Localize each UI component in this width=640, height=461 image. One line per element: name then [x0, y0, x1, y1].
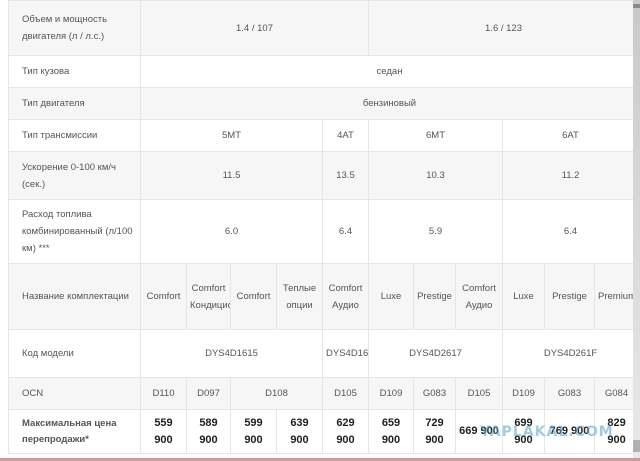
cell-trim: Comfort Аудио: [455, 263, 503, 330]
scrollbar-thumb[interactable]: [633, 4, 640, 8]
cell-ocn: D105: [322, 377, 369, 410]
row-label: Максимальная цена перепродажи*: [8, 409, 141, 454]
scrollbar[interactable]: [633, 0, 640, 461]
cell-price: 659 900: [368, 409, 414, 454]
cell-price: 629 900: [322, 409, 369, 454]
cell-ocn: D105: [455, 377, 503, 410]
cell-trim: Luxe: [368, 263, 414, 330]
cell-price: 559 900: [140, 409, 187, 454]
row-label: Объем и мощность двигателя (л / л.с.): [8, 0, 141, 56]
row-label: Тип двигателя: [8, 87, 141, 120]
cell-price: 729 900: [413, 409, 456, 454]
cell-fuel: 5.9: [368, 199, 503, 264]
row-trims: Название комплектации Comfort Comfort Ко…: [8, 263, 640, 330]
row-engine: Объем и мощность двигателя (л / л.с.) 1.…: [8, 0, 640, 56]
cell-ocn: D097: [186, 377, 231, 410]
row-ocn: OCN D110 D097 D108 D105 D109 G083 D105 D…: [8, 377, 640, 410]
row-fuel: Расход топлива комбинированный (л/100 км…: [8, 199, 640, 264]
cell-transmission: 6AT: [501, 119, 640, 152]
cell-trim: Prestige: [544, 263, 595, 330]
cell-transmission: 4AT: [322, 119, 369, 152]
cell-ocn: D109: [502, 377, 545, 410]
cell-ocn: G083: [544, 377, 595, 410]
cell-engine-1: 1.4 / 107: [140, 0, 369, 56]
cell-ocn: G084: [593, 377, 640, 410]
cell-trim: Comfort Аудио: [322, 263, 369, 330]
cell-acceleration: 13.5: [322, 151, 369, 200]
row-label: Ускорение 0-100 км/ч (сек.): [8, 151, 141, 200]
cell-ocn: D110: [140, 377, 187, 410]
cell-model-code: DYS4D261F: [501, 329, 640, 378]
cell-acceleration: 11.5: [140, 151, 323, 200]
cell-acceleration: 11.2: [501, 151, 640, 200]
row-body-type: Тип кузова седан: [8, 55, 640, 88]
cell-fuel: 6.4: [501, 199, 640, 264]
cell-model-code: DYS4D2617: [368, 329, 503, 378]
row-engine-type: Тип двигателя бензиновый: [8, 87, 640, 120]
cell-price: 639 900: [276, 409, 323, 454]
row-label: Расход топлива комбинированный (л/100 км…: [8, 199, 141, 264]
scrollbar-arrow[interactable]: [633, 440, 640, 452]
cell-ocn: D109: [368, 377, 414, 410]
row-label: Название комплектации: [8, 263, 141, 330]
row-model-code: Код модели DYS4D1615 DYS4D161B DYS4D2617…: [8, 329, 640, 378]
row-label: OCN: [8, 377, 141, 410]
cell-trim: Теплые опции: [276, 263, 323, 330]
row-label: Код модели: [8, 329, 141, 378]
cell-trim: Comfort Кондиционер: [186, 263, 231, 330]
cell-price: 589 900: [186, 409, 231, 454]
cell-ocn: D108: [230, 377, 323, 410]
cell-fuel: 6.0: [140, 199, 323, 264]
watermark: YAPLAKAL.COM: [480, 424, 614, 440]
cell-trim: Premium: [593, 263, 640, 330]
cell-body-type: седан: [139, 55, 640, 88]
cell-engine-type: бензиновый: [139, 87, 640, 120]
cell-transmission: 5MT: [140, 119, 323, 152]
row-transmission: Тип трансмиссии 5MT 4AT 6MT 6AT: [8, 119, 640, 152]
row-label: Тип кузова: [8, 55, 141, 88]
cell-ocn: G083: [413, 377, 456, 410]
cell-fuel: 6.4: [322, 199, 369, 264]
spec-table: Объем и мощность двигателя (л / л.с.) 1.…: [8, 0, 640, 454]
cell-trim: Comfort: [140, 263, 187, 330]
cell-model-code: DYS4D161B: [322, 329, 369, 378]
cell-trim: Luxe: [502, 263, 545, 330]
cell-price: 599 900: [230, 409, 277, 454]
cell-trim: Comfort: [230, 263, 277, 330]
row-label: Тип трансмиссии: [8, 119, 141, 152]
cell-trim: Prestige: [413, 263, 456, 330]
cell-acceleration: 10.3: [368, 151, 503, 200]
row-acceleration: Ускорение 0-100 км/ч (сек.) 11.5 13.5 10…: [8, 151, 640, 200]
cell-engine-2: 1.6 / 123: [367, 0, 640, 56]
cell-model-code: DYS4D1615: [140, 329, 323, 378]
cell-transmission: 6MT: [368, 119, 503, 152]
